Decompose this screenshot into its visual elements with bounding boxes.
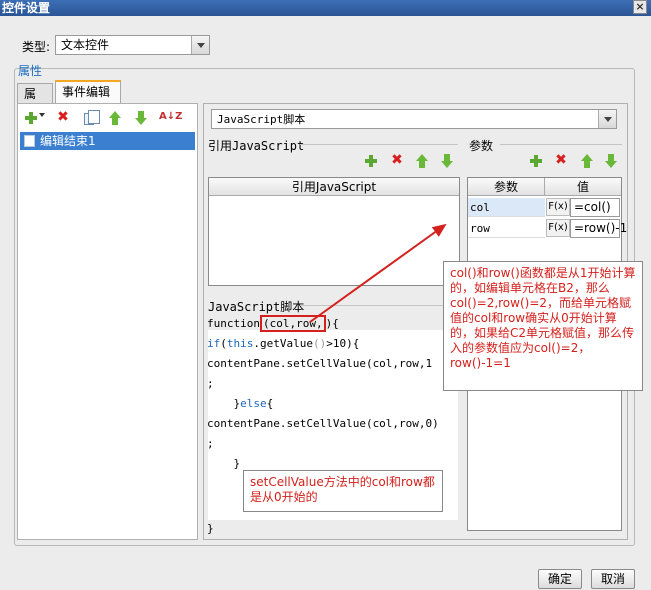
annotation-arrow-line [309, 223, 447, 323]
annotation-callout-bottom: setCellValue方法中的col和row都是从0开始的 [243, 470, 443, 512]
cancel-button[interactable]: 取消 [591, 569, 635, 589]
annotation-callout-right: col()和row()函数都是从1开始计算的，如编辑单元格在B2，那么col()… [443, 261, 643, 391]
ok-button[interactable]: 确定 [538, 569, 582, 589]
